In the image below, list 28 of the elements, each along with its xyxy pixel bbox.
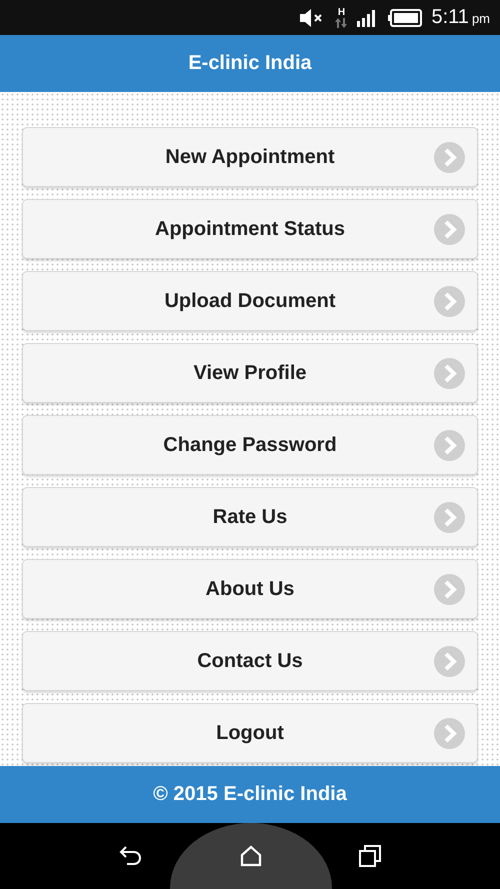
menu-button[interactable]: Contact Us [22, 631, 478, 691]
footer-bar: © 2015 E-clinic India [0, 766, 500, 823]
clock-time: 5:11 [431, 6, 469, 28]
menu-button[interactable]: Upload Document [22, 271, 478, 331]
back-icon[interactable] [118, 845, 143, 867]
menu-button[interactable]: About Us [22, 559, 478, 619]
home-icon[interactable] [240, 845, 262, 867]
chevron-right-icon [434, 718, 465, 749]
network-type-label: H [338, 8, 346, 18]
chevron-right-icon [434, 358, 465, 389]
chevron-right-icon [434, 286, 465, 317]
chevron-right-icon [434, 430, 465, 461]
recent-apps-icon[interactable] [359, 845, 382, 867]
menu-button[interactable]: Change Password [22, 415, 478, 475]
app-title-bar: E-clinic India [0, 35, 500, 92]
chevron-right-icon [434, 214, 465, 245]
chevron-right-icon [434, 142, 465, 173]
chevron-right-icon [434, 502, 465, 533]
data-arrows-icon [334, 18, 348, 28]
chevron-right-icon [434, 646, 465, 677]
menu-button[interactable]: New Appointment [22, 127, 478, 187]
menu-button[interactable]: Appointment Status [22, 199, 478, 259]
battery-icon [388, 8, 422, 26]
menu-button[interactable]: Rate Us [22, 487, 478, 547]
clock-meridiem: pm [472, 11, 490, 26]
menu-button[interactable]: View Profile [22, 343, 478, 403]
chevron-right-icon [434, 574, 465, 605]
menu-button[interactable]: Logout [22, 703, 478, 763]
